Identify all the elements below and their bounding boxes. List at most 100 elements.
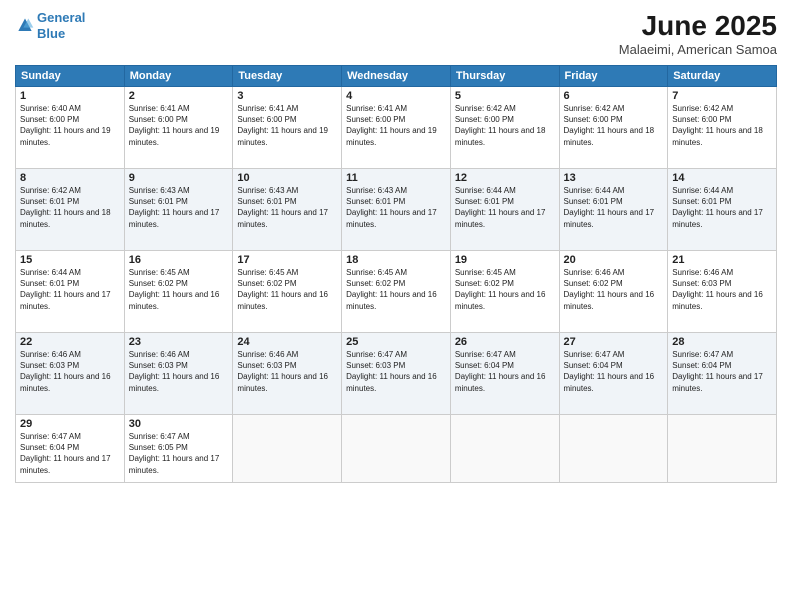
week-row-3: 15Sunrise: 6:44 AMSunset: 6:01 PMDayligh… (16, 251, 777, 333)
calendar-cell: 4Sunrise: 6:41 AMSunset: 6:00 PMDaylight… (342, 87, 451, 169)
calendar-cell: 15Sunrise: 6:44 AMSunset: 6:01 PMDayligh… (16, 251, 125, 333)
calendar-cell (233, 415, 342, 483)
day-info: Sunrise: 6:44 AMSunset: 6:01 PMDaylight:… (20, 267, 120, 312)
day-info: Sunrise: 6:44 AMSunset: 6:01 PMDaylight:… (455, 185, 555, 230)
day-number: 9 (129, 172, 229, 184)
logo-general: General (37, 10, 85, 25)
day-number: 17 (237, 254, 337, 266)
day-info: Sunrise: 6:43 AMSunset: 6:01 PMDaylight:… (346, 185, 446, 230)
day-number: 7 (672, 90, 772, 102)
logo: General Blue (15, 10, 85, 41)
day-number: 20 (564, 254, 664, 266)
day-info: Sunrise: 6:41 AMSunset: 6:00 PMDaylight:… (129, 103, 229, 148)
calendar-cell: 26Sunrise: 6:47 AMSunset: 6:04 PMDayligh… (450, 333, 559, 415)
day-number: 6 (564, 90, 664, 102)
calendar-cell: 8Sunrise: 6:42 AMSunset: 6:01 PMDaylight… (16, 169, 125, 251)
weekday-header-monday: Monday (124, 66, 233, 87)
day-number: 22 (20, 336, 120, 348)
logo-text: General Blue (37, 10, 85, 41)
week-row-1: 1Sunrise: 6:40 AMSunset: 6:00 PMDaylight… (16, 87, 777, 169)
calendar-cell: 11Sunrise: 6:43 AMSunset: 6:01 PMDayligh… (342, 169, 451, 251)
calendar-cell: 12Sunrise: 6:44 AMSunset: 6:01 PMDayligh… (450, 169, 559, 251)
day-number: 18 (346, 254, 446, 266)
calendar-cell: 21Sunrise: 6:46 AMSunset: 6:03 PMDayligh… (668, 251, 777, 333)
header: General Blue June 2025 Malaeimi, America… (15, 10, 777, 57)
day-number: 27 (564, 336, 664, 348)
calendar-cell (559, 415, 668, 483)
page: General Blue June 2025 Malaeimi, America… (0, 0, 792, 612)
month-title: June 2025 (619, 10, 777, 42)
day-number: 19 (455, 254, 555, 266)
day-info: Sunrise: 6:43 AMSunset: 6:01 PMDaylight:… (129, 185, 229, 230)
calendar-cell: 9Sunrise: 6:43 AMSunset: 6:01 PMDaylight… (124, 169, 233, 251)
calendar-cell: 1Sunrise: 6:40 AMSunset: 6:00 PMDaylight… (16, 87, 125, 169)
day-number: 30 (129, 418, 229, 430)
weekday-header-thursday: Thursday (450, 66, 559, 87)
day-info: Sunrise: 6:42 AMSunset: 6:00 PMDaylight:… (564, 103, 664, 148)
calendar-cell: 30Sunrise: 6:47 AMSunset: 6:05 PMDayligh… (124, 415, 233, 483)
day-info: Sunrise: 6:41 AMSunset: 6:00 PMDaylight:… (346, 103, 446, 148)
day-info: Sunrise: 6:47 AMSunset: 6:04 PMDaylight:… (672, 349, 772, 394)
day-number: 26 (455, 336, 555, 348)
day-info: Sunrise: 6:40 AMSunset: 6:00 PMDaylight:… (20, 103, 120, 148)
day-number: 14 (672, 172, 772, 184)
logo-icon (15, 16, 35, 36)
day-number: 11 (346, 172, 446, 184)
day-info: Sunrise: 6:45 AMSunset: 6:02 PMDaylight:… (237, 267, 337, 312)
day-info: Sunrise: 6:45 AMSunset: 6:02 PMDaylight:… (129, 267, 229, 312)
day-number: 2 (129, 90, 229, 102)
day-info: Sunrise: 6:44 AMSunset: 6:01 PMDaylight:… (672, 185, 772, 230)
day-info: Sunrise: 6:41 AMSunset: 6:00 PMDaylight:… (237, 103, 337, 148)
calendar-cell (668, 415, 777, 483)
calendar-cell: 27Sunrise: 6:47 AMSunset: 6:04 PMDayligh… (559, 333, 668, 415)
week-row-2: 8Sunrise: 6:42 AMSunset: 6:01 PMDaylight… (16, 169, 777, 251)
calendar-cell: 20Sunrise: 6:46 AMSunset: 6:02 PMDayligh… (559, 251, 668, 333)
weekday-header-sunday: Sunday (16, 66, 125, 87)
weekday-header-row: SundayMondayTuesdayWednesdayThursdayFrid… (16, 66, 777, 87)
weekday-header-tuesday: Tuesday (233, 66, 342, 87)
weekday-header-wednesday: Wednesday (342, 66, 451, 87)
day-info: Sunrise: 6:46 AMSunset: 6:02 PMDaylight:… (564, 267, 664, 312)
day-info: Sunrise: 6:47 AMSunset: 6:03 PMDaylight:… (346, 349, 446, 394)
day-info: Sunrise: 6:46 AMSunset: 6:03 PMDaylight:… (20, 349, 120, 394)
calendar-cell: 6Sunrise: 6:42 AMSunset: 6:00 PMDaylight… (559, 87, 668, 169)
calendar-cell: 2Sunrise: 6:41 AMSunset: 6:00 PMDaylight… (124, 87, 233, 169)
day-number: 25 (346, 336, 446, 348)
calendar-cell: 19Sunrise: 6:45 AMSunset: 6:02 PMDayligh… (450, 251, 559, 333)
day-info: Sunrise: 6:42 AMSunset: 6:00 PMDaylight:… (672, 103, 772, 148)
day-number: 24 (237, 336, 337, 348)
day-info: Sunrise: 6:46 AMSunset: 6:03 PMDaylight:… (129, 349, 229, 394)
calendar-cell: 22Sunrise: 6:46 AMSunset: 6:03 PMDayligh… (16, 333, 125, 415)
calendar-cell: 16Sunrise: 6:45 AMSunset: 6:02 PMDayligh… (124, 251, 233, 333)
calendar-cell (450, 415, 559, 483)
calendar-cell (342, 415, 451, 483)
calendar-cell: 18Sunrise: 6:45 AMSunset: 6:02 PMDayligh… (342, 251, 451, 333)
calendar-cell: 24Sunrise: 6:46 AMSunset: 6:03 PMDayligh… (233, 333, 342, 415)
day-info: Sunrise: 6:47 AMSunset: 6:04 PMDaylight:… (20, 431, 120, 476)
day-info: Sunrise: 6:47 AMSunset: 6:04 PMDaylight:… (455, 349, 555, 394)
day-info: Sunrise: 6:45 AMSunset: 6:02 PMDaylight:… (455, 267, 555, 312)
calendar-cell: 13Sunrise: 6:44 AMSunset: 6:01 PMDayligh… (559, 169, 668, 251)
day-info: Sunrise: 6:42 AMSunset: 6:00 PMDaylight:… (455, 103, 555, 148)
calendar-cell: 7Sunrise: 6:42 AMSunset: 6:00 PMDaylight… (668, 87, 777, 169)
day-info: Sunrise: 6:44 AMSunset: 6:01 PMDaylight:… (564, 185, 664, 230)
week-row-4: 22Sunrise: 6:46 AMSunset: 6:03 PMDayligh… (16, 333, 777, 415)
day-number: 16 (129, 254, 229, 266)
day-number: 4 (346, 90, 446, 102)
calendar-cell: 29Sunrise: 6:47 AMSunset: 6:04 PMDayligh… (16, 415, 125, 483)
calendar: SundayMondayTuesdayWednesdayThursdayFrid… (15, 65, 777, 483)
day-number: 8 (20, 172, 120, 184)
day-info: Sunrise: 6:43 AMSunset: 6:01 PMDaylight:… (237, 185, 337, 230)
calendar-cell: 25Sunrise: 6:47 AMSunset: 6:03 PMDayligh… (342, 333, 451, 415)
calendar-cell: 5Sunrise: 6:42 AMSunset: 6:00 PMDaylight… (450, 87, 559, 169)
calendar-cell: 3Sunrise: 6:41 AMSunset: 6:00 PMDaylight… (233, 87, 342, 169)
day-number: 28 (672, 336, 772, 348)
day-info: Sunrise: 6:42 AMSunset: 6:01 PMDaylight:… (20, 185, 120, 230)
day-number: 15 (20, 254, 120, 266)
location: Malaeimi, American Samoa (619, 42, 777, 57)
weekday-header-saturday: Saturday (668, 66, 777, 87)
calendar-cell: 23Sunrise: 6:46 AMSunset: 6:03 PMDayligh… (124, 333, 233, 415)
day-info: Sunrise: 6:46 AMSunset: 6:03 PMDaylight:… (237, 349, 337, 394)
calendar-cell: 17Sunrise: 6:45 AMSunset: 6:02 PMDayligh… (233, 251, 342, 333)
day-number: 10 (237, 172, 337, 184)
